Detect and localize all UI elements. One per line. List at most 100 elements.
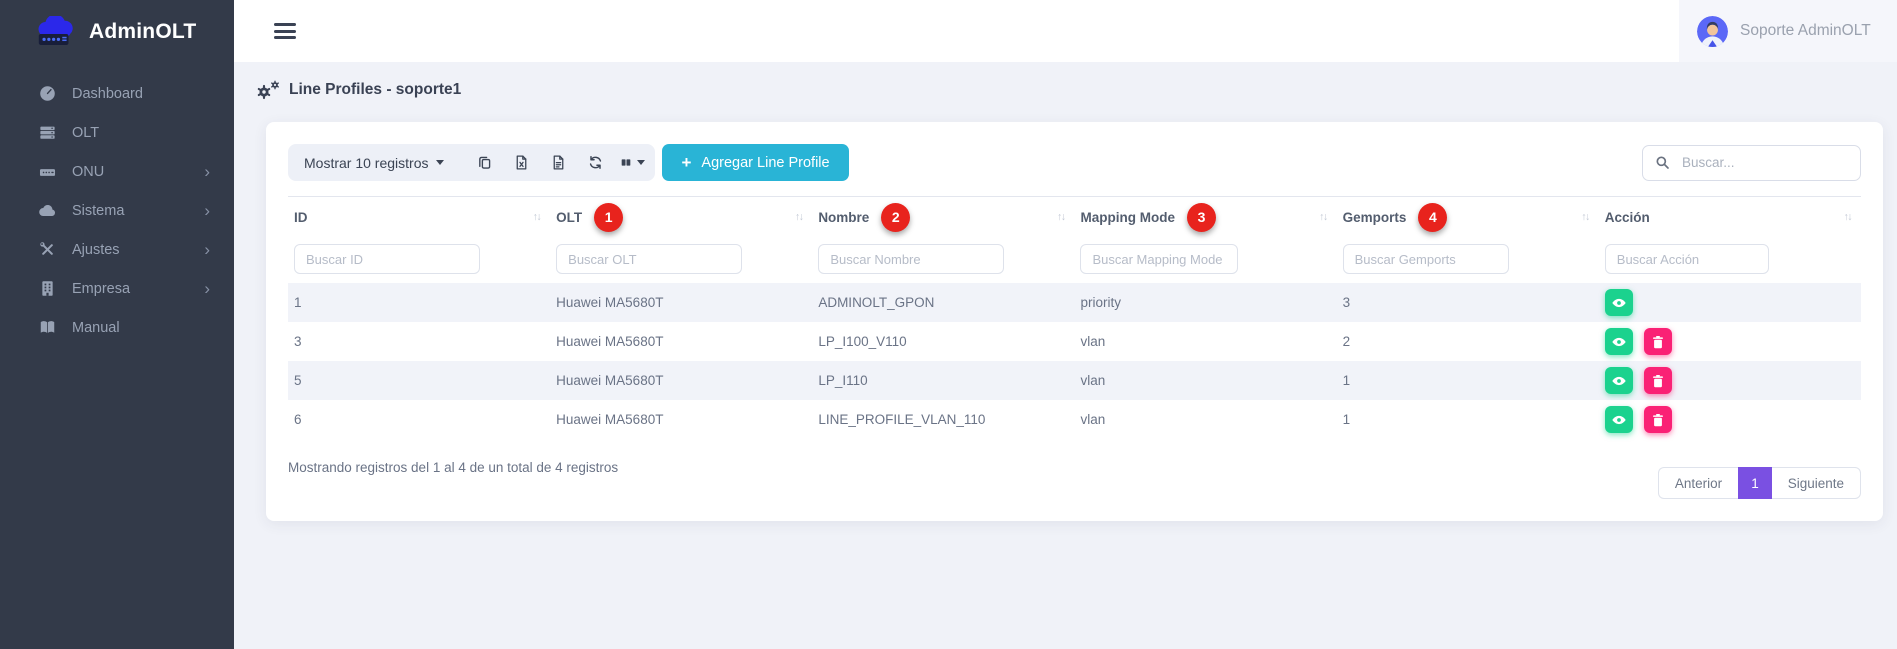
cloud-router-logo-icon	[34, 16, 80, 49]
chevron-right-icon: ›	[204, 163, 210, 180]
cell-olt: Huawei MA5680T	[550, 283, 812, 322]
annotation-badge-4: 4	[1418, 203, 1447, 232]
cell-nombre: LINE_PROFILE_VLAN_110	[812, 400, 1074, 439]
content-area: Line Profiles - soporte1 Mostrar 10 regi…	[234, 62, 1897, 649]
pagination: Anterior 1 Siguiente	[1658, 467, 1861, 499]
sidebar-item-ajustes[interactable]: Ajustes ›	[0, 230, 234, 269]
cell-olt: Huawei MA5680T	[550, 361, 812, 400]
sidebar-item-label: Ajustes	[72, 242, 120, 258]
view-button[interactable]	[1605, 328, 1633, 355]
cell-olt: Huawei MA5680T	[550, 400, 812, 439]
cell-id: 6	[288, 400, 550, 439]
sidebar-item-dashboard[interactable]: Dashboard	[0, 74, 234, 113]
cell-gemports: 2	[1337, 322, 1599, 361]
column-header-mapping-mode[interactable]: Mapping Mode 3 ↑↓	[1074, 197, 1336, 237]
filter-nombre-input[interactable]	[818, 244, 1004, 274]
column-header-nombre[interactable]: Nombre 2 ↑↓	[812, 197, 1074, 237]
eye-icon	[1611, 334, 1627, 350]
refresh-icon	[587, 154, 604, 171]
sidebar-item-empresa[interactable]: Empresa ›	[0, 269, 234, 308]
sidebar-item-sistema[interactable]: Sistema ›	[0, 191, 234, 230]
hamburger-menu-button[interactable]	[274, 20, 296, 43]
server-icon	[38, 123, 57, 142]
add-line-profile-button[interactable]: + Agregar Line Profile	[662, 144, 848, 181]
cell-gemports: 1	[1337, 361, 1599, 400]
column-label: Mapping Mode	[1080, 210, 1175, 225]
table-row: 6 Huawei MA5680T LINE_PROFILE_VLAN_110 v…	[288, 400, 1861, 439]
device-icon	[38, 162, 57, 181]
cell-mapping-mode: vlan	[1074, 322, 1336, 361]
cell-actions	[1599, 283, 1861, 322]
delete-button[interactable]	[1644, 406, 1672, 433]
caret-down-icon	[436, 160, 444, 165]
filter-mapping-mode-input[interactable]	[1080, 244, 1238, 274]
cell-olt: Huawei MA5680T	[550, 322, 812, 361]
view-button[interactable]	[1605, 289, 1633, 316]
filter-accion-input[interactable]	[1605, 244, 1769, 274]
topbar: Soporte AdminOLT	[234, 0, 1897, 62]
table-search-input[interactable]	[1680, 154, 1848, 171]
next-page-button[interactable]: Siguiente	[1772, 467, 1861, 499]
tools-icon	[38, 240, 57, 259]
document-icon	[550, 154, 567, 171]
user-menu[interactable]: Soporte AdminOLT	[1679, 0, 1897, 62]
table-search	[1642, 145, 1861, 181]
line-profiles-card: Mostrar 10 registros	[266, 122, 1883, 521]
table-row: 1 Huawei MA5680T ADMINOLT_GPON priority …	[288, 283, 1861, 322]
column-header-olt[interactable]: OLT 1 ↑↓	[550, 197, 812, 237]
column-label: Gemports	[1343, 210, 1407, 225]
cell-mapping-mode: vlan	[1074, 361, 1336, 400]
eye-icon	[1611, 295, 1627, 311]
refresh-button[interactable]	[577, 144, 614, 181]
sort-icon: ↑↓	[533, 211, 541, 223]
delete-button[interactable]	[1644, 367, 1672, 394]
user-name: Soporte AdminOLT	[1740, 22, 1871, 40]
cell-mapping-mode: vlan	[1074, 400, 1336, 439]
sidebar-item-label: Dashboard	[72, 86, 143, 102]
table-header-row: ID ↑↓ OLT 1 ↑↓ Nombre 2 ↑↓ Mapping Mode	[288, 197, 1861, 237]
prev-page-button[interactable]: Anterior	[1658, 467, 1738, 499]
page-title-text: Line Profiles - soporte1	[289, 81, 461, 99]
eye-icon	[1611, 412, 1627, 428]
sidebar-item-onu[interactable]: ONU ›	[0, 152, 234, 191]
column-header-accion[interactable]: Acción ↑↓	[1599, 197, 1861, 237]
view-button[interactable]	[1605, 367, 1633, 394]
chevron-right-icon: ›	[204, 241, 210, 258]
cell-nombre: LP_I110	[812, 361, 1074, 400]
excel-file-icon	[513, 154, 530, 171]
cell-gemports: 3	[1337, 283, 1599, 322]
chevron-right-icon: ›	[204, 280, 210, 297]
sidebar-item-olt[interactable]: OLT	[0, 113, 234, 152]
filter-gemports-input[interactable]	[1343, 244, 1509, 274]
chevron-right-icon: ›	[204, 202, 210, 219]
sidebar-item-label: ONU	[72, 164, 104, 180]
sidebar-item-label: OLT	[72, 125, 99, 141]
table-row: 5 Huawei MA5680T LP_I110 vlan 1	[288, 361, 1861, 400]
brand-name: AdminOLT	[89, 20, 196, 44]
copy-icon	[476, 154, 493, 171]
column-label: OLT	[556, 210, 582, 225]
view-button[interactable]	[1605, 406, 1633, 433]
export-excel-button[interactable]	[503, 144, 540, 181]
brand-logo[interactable]: AdminOLT	[0, 0, 234, 64]
sort-icon: ↑↓	[1581, 211, 1589, 223]
sidebar-item-manual[interactable]: Manual	[0, 308, 234, 347]
sidebar: AdminOLT Dashboard OLT	[0, 0, 234, 649]
current-page-button[interactable]: 1	[1738, 467, 1772, 499]
filter-id-input[interactable]	[294, 244, 480, 274]
annotation-badge-1: 1	[594, 203, 623, 232]
export-file-button[interactable]	[540, 144, 577, 181]
cell-nombre: ADMINOLT_GPON	[812, 283, 1074, 322]
trash-icon	[1650, 373, 1666, 389]
column-label: Acción	[1605, 210, 1650, 225]
column-header-id[interactable]: ID ↑↓	[288, 197, 550, 237]
toolbar-button-group: Mostrar 10 registros	[288, 144, 655, 181]
column-visibility-button[interactable]	[614, 144, 651, 181]
delete-button[interactable]	[1644, 328, 1672, 355]
sidebar-item-label: Manual	[72, 320, 120, 336]
copy-button[interactable]	[466, 144, 503, 181]
length-menu-dropdown[interactable]: Mostrar 10 registros	[304, 155, 444, 171]
sort-icon: ↑↓	[795, 211, 803, 223]
column-header-gemports[interactable]: Gemports 4 ↑↓	[1337, 197, 1599, 237]
filter-olt-input[interactable]	[556, 244, 742, 274]
